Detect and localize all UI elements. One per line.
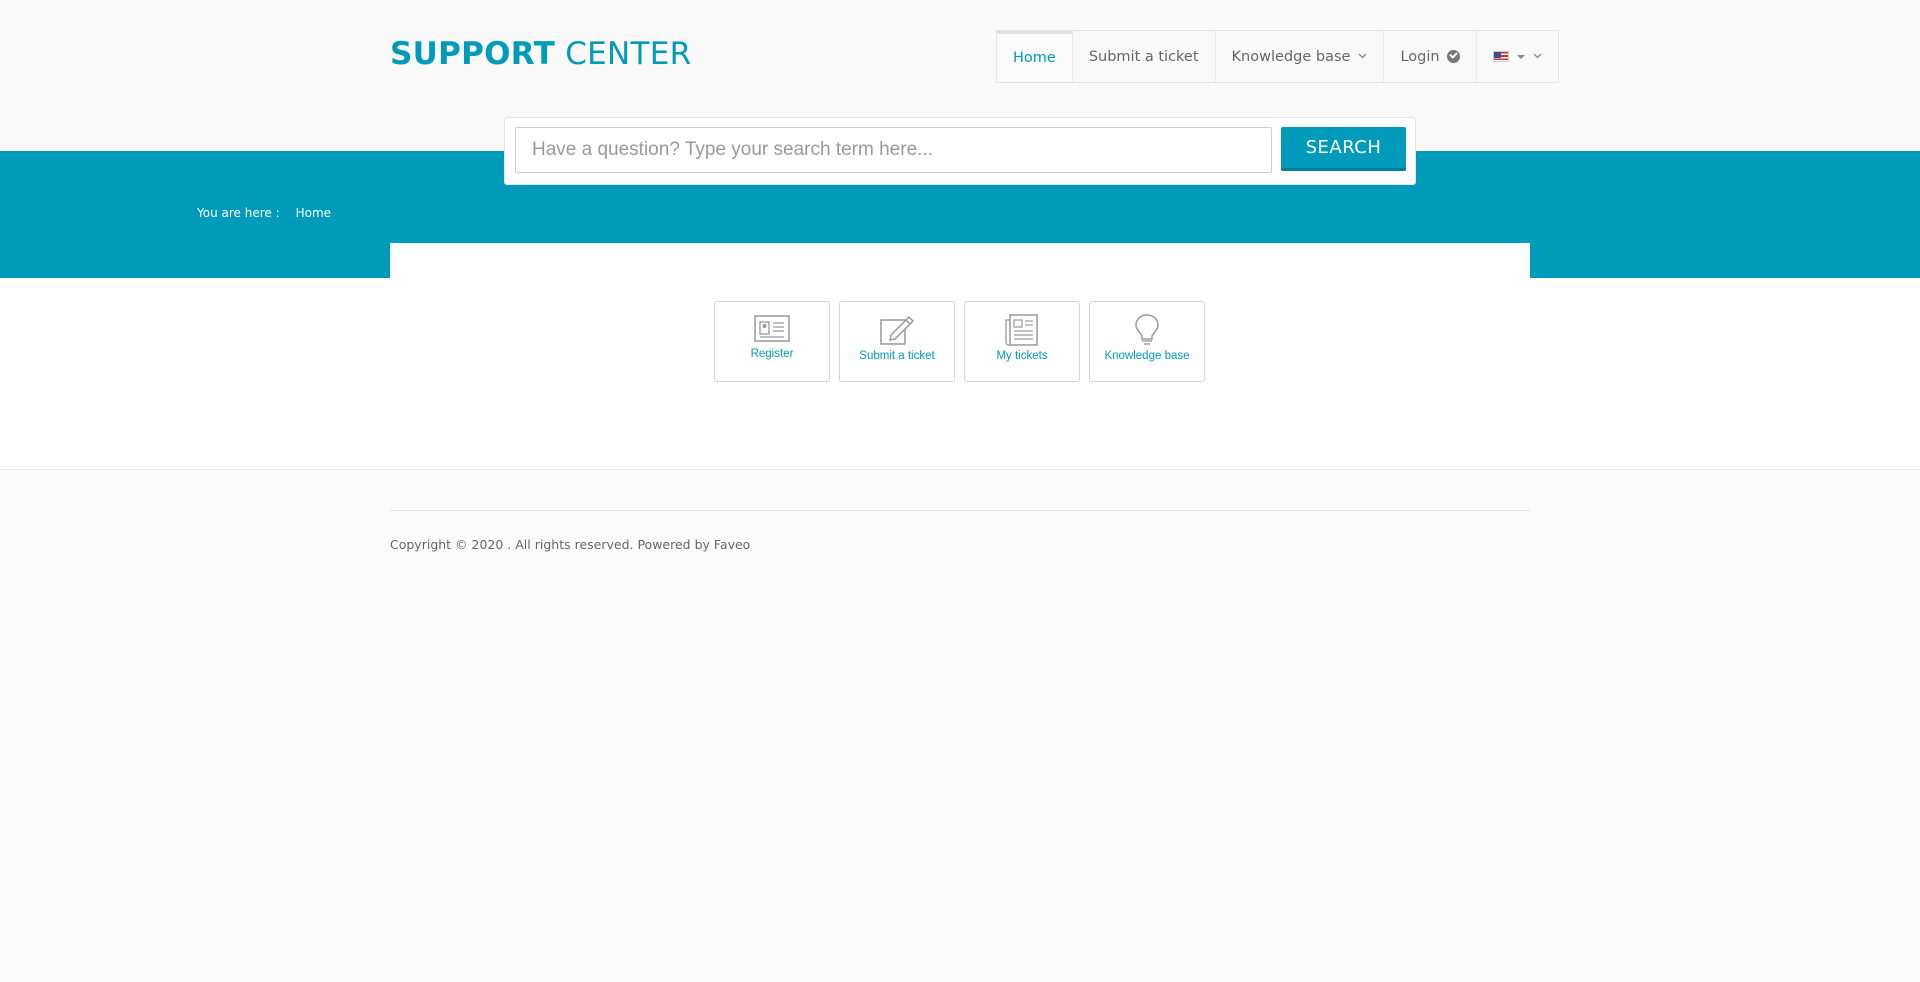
- faveo-link[interactable]: Faveo: [714, 537, 750, 552]
- site-logo[interactable]: SUPPORT CENTER: [390, 36, 691, 72]
- us-flag-icon: [1492, 51, 1509, 62]
- tile-my-tickets-label: My tickets: [996, 350, 1048, 362]
- chevron-down-icon: [1358, 51, 1367, 62]
- tile-register-label: Register: [750, 348, 794, 360]
- logo-bold-text: SUPPORT: [390, 36, 556, 72]
- tile-submit-ticket-label: Submit a ticket: [859, 350, 935, 362]
- breadcrumb-home-link[interactable]: Home: [296, 206, 331, 220]
- tile-register[interactable]: Register: [714, 301, 830, 382]
- nav-login[interactable]: Login: [1384, 31, 1477, 82]
- nav-home-label: Home: [1013, 50, 1056, 66]
- tickets-document-icon: [1005, 314, 1038, 346]
- nav-submit-ticket-label: Submit a ticket: [1088, 48, 1199, 65]
- main-card-top: [390, 243, 1530, 279]
- tile-submit-ticket[interactable]: Submit a ticket: [839, 301, 955, 382]
- nav-knowledge-base[interactable]: Knowledge base: [1216, 31, 1385, 82]
- tile-knowledge-base[interactable]: Knowledge base: [1089, 301, 1205, 382]
- search-input[interactable]: [515, 127, 1272, 173]
- tile-my-tickets[interactable]: My tickets: [964, 301, 1080, 382]
- main-nav: Home Submit a ticket Knowledge base Logi…: [996, 30, 1559, 83]
- footer-copyright: Copyright © 2020 . All rights reserved. …: [390, 537, 750, 552]
- quick-links: Register Submit a ticket My tickets Know…: [714, 301, 1205, 382]
- lightbulb-icon: [1135, 314, 1159, 345]
- nav-submit-ticket[interactable]: Submit a ticket: [1073, 31, 1216, 82]
- tile-knowledge-base-label: Knowledge base: [1104, 350, 1190, 362]
- caret-down-icon: [1516, 54, 1525, 59]
- footer-divider: [390, 510, 1530, 511]
- logo-light-text: CENTER: [565, 36, 692, 72]
- search-button[interactable]: SEARCH: [1281, 127, 1406, 171]
- nav-home[interactable]: Home: [997, 31, 1073, 82]
- check-circle-icon: [1446, 50, 1460, 63]
- search-form: SEARCH: [504, 117, 1416, 185]
- breadcrumb-prefix: You are here :: [197, 206, 280, 220]
- breadcrumb: You are here : Home: [197, 206, 331, 220]
- edit-pencil-icon: [880, 315, 915, 345]
- nav-knowledge-base-label: Knowledge base: [1231, 48, 1351, 65]
- chevron-down-icon: [1533, 51, 1542, 62]
- nav-login-label: Login: [1400, 48, 1440, 65]
- language-selector[interactable]: [1477, 31, 1558, 82]
- register-card-icon: [754, 315, 790, 342]
- copyright-text: Copyright © 2020 . All rights reserved. …: [390, 537, 710, 552]
